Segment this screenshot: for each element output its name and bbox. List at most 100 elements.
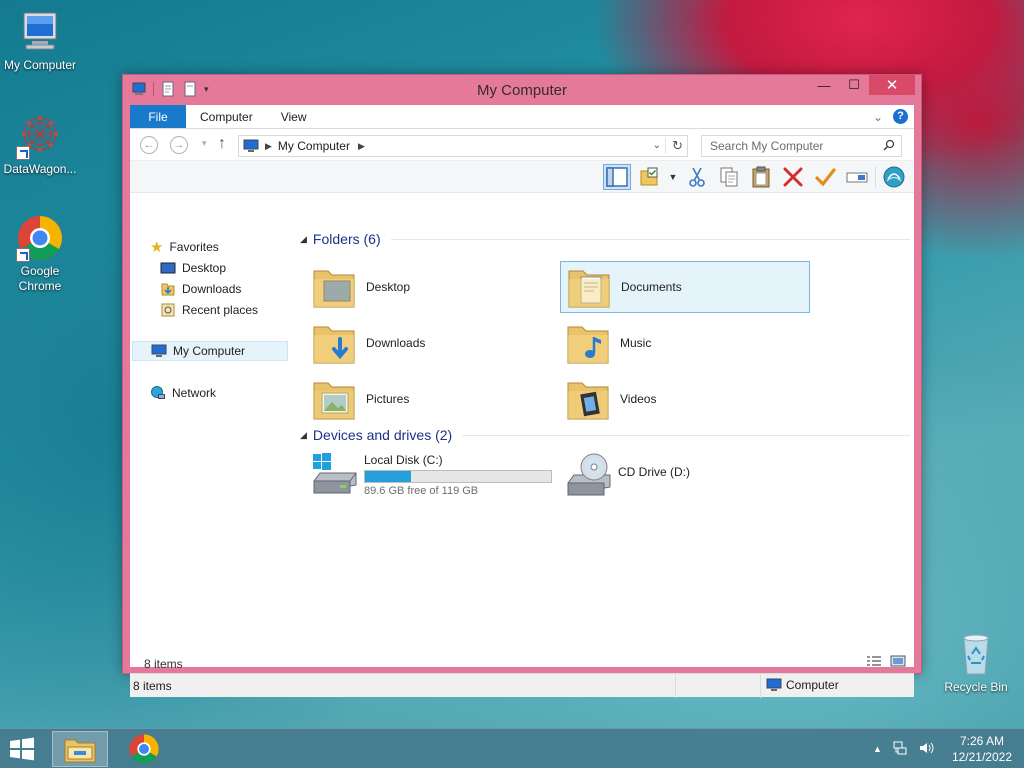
nav-network[interactable]: Network <box>150 383 216 403</box>
volume-icon[interactable] <box>918 740 934 759</box>
desktop-folder-icon <box>313 270 355 308</box>
folder-tile-downloads[interactable]: Downloads <box>306 317 556 369</box>
forward-button[interactable]: → <box>170 136 188 154</box>
breadcrumb-my-computer[interactable]: My Computer <box>278 139 350 153</box>
tab-file[interactable]: File <box>130 105 186 128</box>
breadcrumb-separator-icon[interactable]: ▶ <box>358 141 365 152</box>
search-box[interactable] <box>701 135 902 157</box>
maximize-button[interactable]: ☐ <box>839 75 869 95</box>
nav-desktop[interactable]: Desktop <box>160 258 226 278</box>
taskbar-chrome[interactable] <box>116 731 172 767</box>
status-bar: 8 items Computer <box>130 673 914 698</box>
taskbar-file-explorer[interactable] <box>52 731 108 767</box>
status-divider <box>675 674 676 698</box>
copy-icon <box>720 167 738 187</box>
up-button[interactable]: ↑ <box>218 135 226 153</box>
delete-button[interactable] <box>779 164 807 190</box>
tab-view[interactable]: View <box>267 105 321 128</box>
network-tray-icon[interactable] <box>892 740 908 759</box>
collapse-triangle-icon[interactable]: ◢ <box>300 234 307 245</box>
desktop-icon-datawagon[interactable]: DataWagon... <box>0 112 80 177</box>
address-dropdown-icon[interactable]: ⌄ <box>653 140 661 151</box>
details-view-icon[interactable] <box>866 655 882 670</box>
rename-button[interactable] <box>843 164 871 190</box>
desktop-icon-my-computer[interactable]: My Computer <box>0 8 80 73</box>
address-bar[interactable]: ▶ My Computer ▶ ⌄ ↻ <box>238 135 688 157</box>
drive-label: CD Drive (D:) <box>618 465 690 479</box>
desktop-icon-google-chrome[interactable]: Google Chrome <box>0 214 80 294</box>
folder-label: Documents <box>621 280 682 294</box>
show-hidden-icons-icon[interactable]: ▲ <box>873 744 882 754</box>
my-computer-icon <box>16 8 64 56</box>
group-folders-label: Folders (6) <box>312 231 381 247</box>
drive-local-disk-c[interactable]: Local Disk (C:) 89.6 GB free of 119 GB <box>310 451 552 499</box>
clock[interactable]: 7:26 AM 12/21/2022 <box>952 733 1012 765</box>
nav-downloads[interactable]: Downloads <box>160 279 241 299</box>
search-icon[interactable] <box>883 139 895 154</box>
paste-button[interactable] <box>747 164 775 190</box>
folder-tile-desktop[interactable]: Desktop <box>306 261 556 313</box>
folder-label: Pictures <box>366 392 410 406</box>
close-button[interactable]: ✕ <box>869 75 915 95</box>
chrome-icon <box>16 214 64 262</box>
expand-ribbon-icon[interactable]: ⌄ <box>873 110 883 124</box>
network-icon <box>151 386 165 399</box>
large-icons-view-icon[interactable] <box>890 655 906 670</box>
drive-cd-d[interactable]: CD Drive (D:) <box>564 451 690 499</box>
desktop-icon-recycle-bin[interactable]: Recycle Bin <box>936 630 1016 695</box>
help-icon[interactable]: ? <box>893 109 908 124</box>
start-button[interactable] <box>8 737 38 761</box>
star-icon: ★ <box>150 239 164 256</box>
folder-tile-videos[interactable]: Videos <box>560 373 810 425</box>
collapse-triangle-icon[interactable]: ◢ <box>300 430 307 441</box>
downloads-nav-icon <box>161 283 175 296</box>
recent-locations-dropdown-icon[interactable]: ▾ <box>202 138 207 149</box>
nav-favorites-label: Favorites <box>169 240 219 254</box>
apply-button[interactable] <box>811 164 839 190</box>
preview-pane-button[interactable] <box>603 164 631 190</box>
tab-computer[interactable]: Computer <box>186 105 267 128</box>
downloads-folder-icon <box>313 326 355 364</box>
preview-pane-icon <box>606 167 628 187</box>
folder-tile-music[interactable]: Music <box>560 317 810 369</box>
properties-button[interactable] <box>635 164 663 190</box>
minimize-button[interactable]: — <box>809 75 839 95</box>
properties-icon <box>640 167 658 186</box>
clock-date: 12/21/2022 <box>951 750 1012 764</box>
ribbon-tabs: File Computer View ⌄ ? <box>130 105 914 129</box>
chrome-taskbar-icon <box>129 734 159 764</box>
folder-tile-pictures[interactable]: Pictures <box>306 373 556 425</box>
title-bar[interactable]: ▾ My Computer — ☐ ✕ <box>123 75 921 105</box>
group-header-devices[interactable]: ◢ Devices and drives (2) <box>300 427 910 443</box>
view-toggles <box>866 655 906 670</box>
videos-folder-icon <box>567 382 609 420</box>
nav-recent-places[interactable]: Recent places <box>160 300 258 320</box>
rename-icon <box>846 172 868 183</box>
group-divider <box>390 238 910 240</box>
recent-places-icon <box>161 303 175 317</box>
taskbar: ▲ 7:26 AM 12/21/2022 <box>0 728 1024 768</box>
music-folder-icon <box>567 326 609 364</box>
datawagon-icon <box>16 112 64 160</box>
group-divider <box>462 434 910 436</box>
desktop-icon-label: Google Chrome <box>18 264 62 293</box>
cut-button[interactable] <box>683 164 711 190</box>
copy-button[interactable] <box>715 164 743 190</box>
nav-favorites[interactable]: ★ Favorites <box>150 237 219 257</box>
nav-my-computer[interactable]: My Computer <box>132 341 288 361</box>
breadcrumb-separator-icon[interactable]: ▶ <box>265 141 272 152</box>
back-button[interactable]: ← <box>140 136 158 154</box>
properties-dropdown-icon[interactable]: ▼ <box>667 164 679 190</box>
refresh-button[interactable]: ↻ <box>665 138 683 154</box>
status-location-label: Computer <box>786 678 839 692</box>
folder-tile-documents[interactable]: Documents <box>560 261 810 313</box>
group-header-folders[interactable]: ◢ Folders (6) <box>300 231 910 247</box>
recycle-bin-icon <box>952 630 1000 678</box>
shell-button[interactable] <box>880 164 908 190</box>
search-input[interactable] <box>710 139 878 153</box>
group-devices-label: Devices and drives (2) <box>312 427 453 443</box>
cut-icon <box>689 167 705 187</box>
caption-buttons: — ☐ ✕ <box>809 75 915 95</box>
paste-icon <box>752 166 770 188</box>
windows-logo-icon <box>10 737 34 761</box>
